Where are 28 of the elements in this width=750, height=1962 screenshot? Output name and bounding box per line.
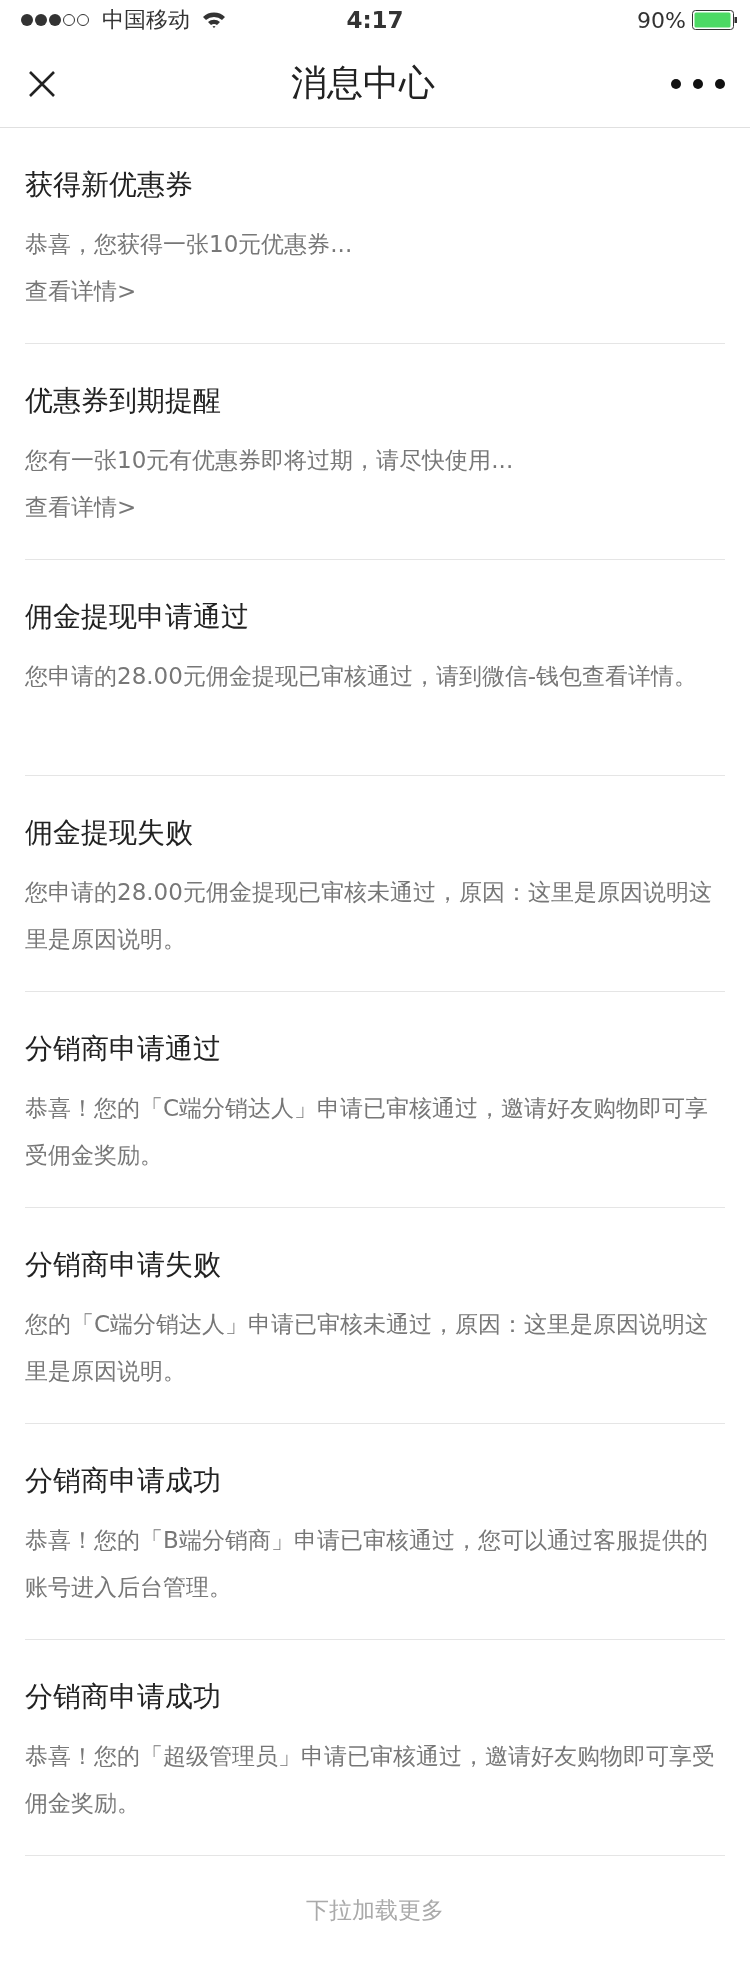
wifi-icon xyxy=(202,11,226,29)
battery-percent: 90% xyxy=(637,7,686,33)
message-text: 恭喜！您的「超级管理员」申请已审核通过，邀请好友购物即可享受佣金奖励。 xyxy=(25,1742,716,1818)
close-button[interactable] xyxy=(28,69,56,98)
details-link[interactable]: 查看详情> xyxy=(25,484,137,531)
message-text: 您申请的28.00元佣金提现已审核未通过，原因：这里是原因说明这里是原因说明。 xyxy=(25,878,713,954)
battery-icon xyxy=(692,10,738,30)
message-title: 佣金提现申请通过 xyxy=(25,599,250,635)
message-text: 您有一张10元有优惠券即将过期，请尽快使用... xyxy=(25,446,515,475)
more-button[interactable] xyxy=(670,77,726,90)
signal-icon xyxy=(20,13,90,27)
message-title: 分销商申请通过 xyxy=(25,1031,222,1067)
message-text: 您的「C端分销达人」申请已审核未通过，原因：这里是原因说明这里是原因说明。 xyxy=(25,1310,710,1386)
carrier-name: 中国移动 xyxy=(102,6,190,34)
message-title: 获得新优惠券 xyxy=(25,167,194,203)
message-title: 佣金提现失败 xyxy=(25,815,194,851)
message-title: 分销商申请成功 xyxy=(25,1679,222,1715)
message-title: 分销商申请成功 xyxy=(25,1463,222,1499)
message-text: 恭喜！您的「B端分销商」申请已审核通过，您可以通过客服提供的账号进入后台管理。 xyxy=(25,1526,709,1602)
details-link[interactable]: 查看详情> xyxy=(25,268,137,315)
load-more-hint: 下拉加载更多 xyxy=(306,1896,444,1925)
page-title: 消息中心 xyxy=(291,61,435,105)
message-title: 优惠券到期提醒 xyxy=(25,383,222,419)
message-text: 恭喜！您的「C端分销达人」申请已审核通过，邀请好友购物即可享受佣金奖励。 xyxy=(25,1094,710,1170)
message-title: 分销商申请失败 xyxy=(25,1247,222,1283)
status-time: 4:17 xyxy=(346,7,404,33)
message-text: 您申请的28.00元佣金提现已审核通过，请到微信-钱包查看详情。 xyxy=(25,662,699,691)
message-text: 恭喜，您获得一张10元优惠券... xyxy=(25,230,354,259)
